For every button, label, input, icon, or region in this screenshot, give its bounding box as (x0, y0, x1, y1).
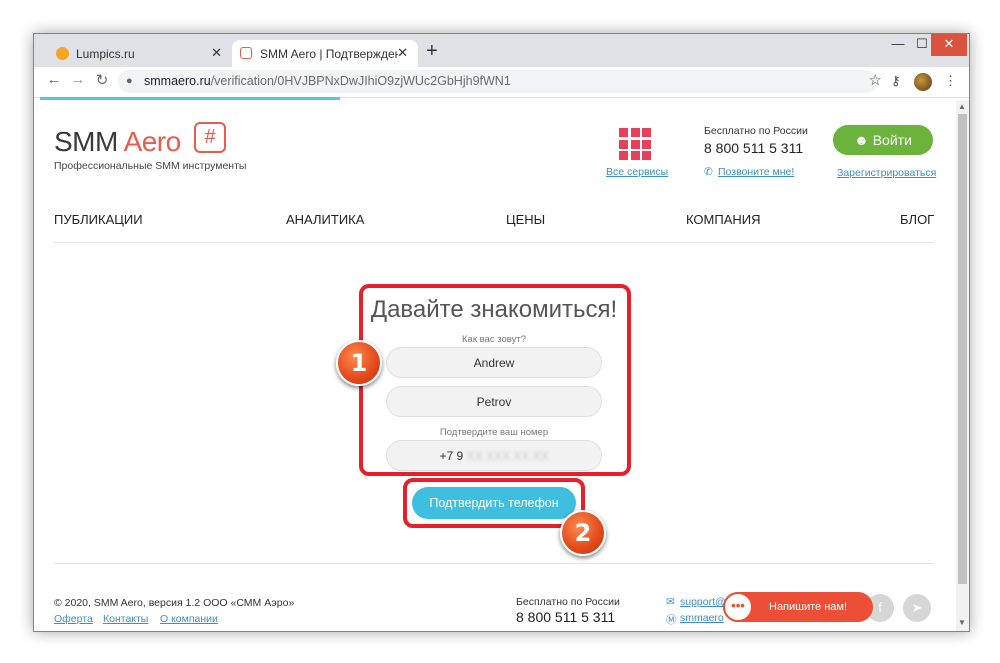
step-2-badge: 2 (560, 510, 606, 556)
logo-smm: SMM (54, 126, 124, 157)
nav-item-publications[interactable]: ПУБЛИКАЦИИ (54, 212, 143, 227)
page-scrollbar[interactable]: ▲ ▼ (956, 100, 969, 631)
tab-smm-aero[interactable]: SMM Aero | Подтверждение данных ✕ (232, 40, 418, 67)
tab-title: Lumpics.ru (76, 47, 135, 61)
login-label: Войти (872, 132, 912, 148)
key-icon[interactable]: ⚷ (891, 73, 901, 89)
services-grid-icon[interactable] (619, 128, 651, 160)
header-phone-label: Бесплатно по России (704, 125, 808, 137)
logo-hash-icon: # (194, 122, 226, 153)
browser-window: Lumpics.ru ✕ SMM Aero | Подтверждение да… (33, 33, 970, 632)
browser-toolbar: ← → ↻ ● smmaero.ru/verification/0HVJBPNx… (34, 67, 969, 98)
nav-item-analytics[interactable]: АНАЛИТИКА (286, 212, 364, 227)
register-link[interactable]: Зарегистрироваться (837, 167, 936, 179)
tab-lumpics[interactable]: Lumpics.ru ✕ (48, 40, 232, 67)
user-icon: ☻ (854, 132, 873, 148)
new-tab-button[interactable]: + (426, 41, 438, 61)
reload-button[interactable]: ↻ (92, 71, 112, 89)
footer-link-offer[interactable]: Оферта (54, 613, 93, 625)
smmaero-favicon-icon (240, 47, 252, 59)
close-window-button[interactable]: ✕ (931, 34, 967, 56)
copyright: © 2020, SMM Aero, версия 1.2 ООО «СММ Аэ… (54, 597, 295, 609)
scroll-down-icon[interactable]: ▼ (958, 618, 966, 627)
site-logo[interactable]: SMM Aero (54, 126, 181, 158)
tagline: Профессиональные SMM инструменты (54, 160, 247, 172)
nav-item-company[interactable]: КОМПАНИЯ (686, 212, 761, 227)
footer-phone: 8 800 511 5 311 (516, 609, 616, 625)
footer-link-contacts[interactable]: Контакты (103, 613, 148, 625)
url-domain: smmaero.ru (144, 74, 211, 88)
mail-icon: ✉ (666, 596, 675, 608)
footer-phone-label: Бесплатно по России (516, 596, 620, 608)
all-services-link[interactable]: Все сервисы (606, 166, 668, 178)
nav-divider (54, 242, 934, 243)
chat-bubble-icon: ••• (723, 592, 753, 622)
forward-button[interactable]: → (68, 71, 88, 88)
tab-title: SMM Aero | Подтверждение данных (260, 47, 398, 61)
chat-label: Напишите нам! (769, 601, 848, 613)
menu-icon[interactable]: ⋮ (944, 73, 957, 89)
url-text: smmaero.ru/verification/0HVJBPNxDwJIhiO9… (144, 70, 511, 93)
url-path: /verification/0HVJBPNxDwJIhiO9zjWUc2GbHj… (210, 74, 511, 88)
phone-icon: ✆ (704, 166, 713, 178)
chat-widget-button[interactable]: ••• Напишите нам! (723, 592, 873, 622)
call-me-link[interactable]: Позвоните мне! (718, 166, 794, 178)
logo-aero: Aero (123, 126, 182, 157)
tab-close-icon[interactable]: ✕ (397, 45, 408, 61)
step-1-badge: 1 (336, 340, 382, 386)
nav-item-prices[interactable]: ЦЕНЫ (506, 212, 545, 227)
highlight-confirm-frame (403, 478, 585, 528)
lock-icon: ● (126, 75, 133, 87)
back-button[interactable]: ← (44, 71, 64, 88)
telegram-icon[interactable]: ➤ (903, 594, 931, 622)
lumpics-favicon-icon (56, 47, 69, 60)
scrollbar-thumb[interactable] (958, 114, 967, 584)
highlight-form-frame (359, 284, 631, 476)
tab-close-icon[interactable]: ✕ (211, 45, 222, 61)
support-email-link[interactable]: support@ (680, 596, 726, 608)
footer-divider (54, 563, 934, 564)
page-content: SMM Aero # Профессиональные SMM инструме… (34, 100, 956, 631)
address-bar[interactable]: ● smmaero.ru/verification/0HVJBPNxDwJIhi… (118, 70, 882, 93)
tab-bar: Lumpics.ru ✕ SMM Aero | Подтверждение да… (34, 34, 969, 67)
header-phone: 8 800 511 5 311 (704, 140, 804, 156)
profile-avatar[interactable] (914, 73, 932, 91)
skype-link[interactable]: smmaero (680, 612, 724, 624)
bookmark-star-icon[interactable]: ☆ (869, 69, 882, 92)
skype-icon: Ⓜ (666, 614, 677, 626)
scroll-up-icon[interactable]: ▲ (958, 102, 966, 111)
footer-link-about[interactable]: О компании (160, 613, 218, 625)
main-nav: ПУБЛИКАЦИИ АНАЛИТИКА ЦЕНЫ КОМПАНИЯ БЛОГ (54, 212, 934, 232)
nav-item-blog[interactable]: БЛОГ (900, 212, 934, 227)
login-button[interactable]: ☻ Войти (833, 125, 933, 155)
